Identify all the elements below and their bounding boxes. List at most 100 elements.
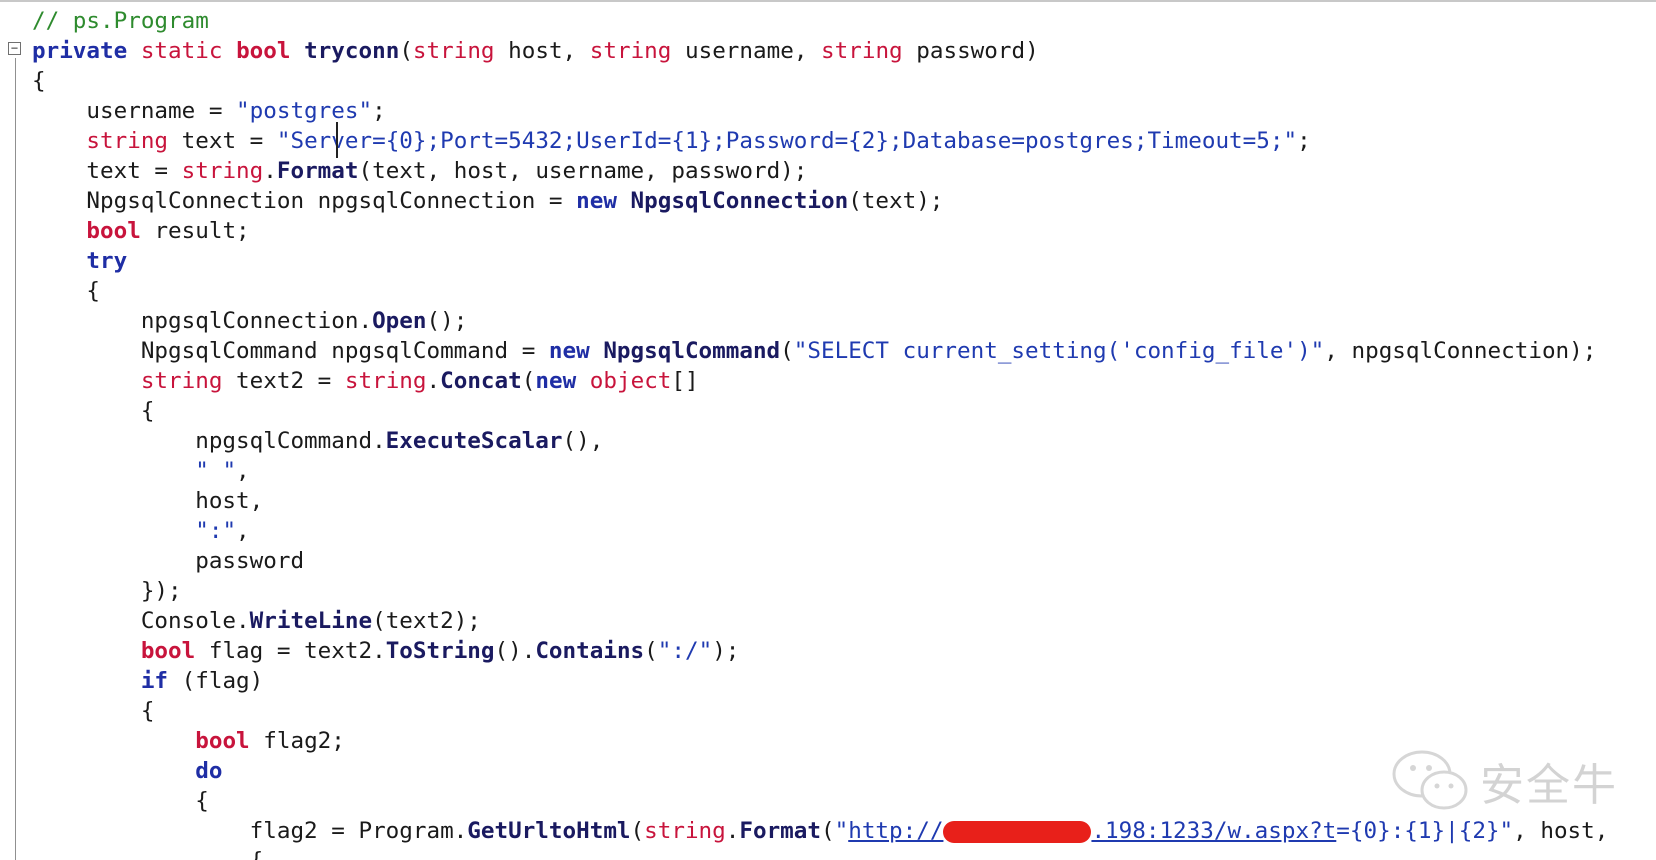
code-token: string xyxy=(140,368,223,394)
code-line[interactable]: NpgsqlConnection npgsqlConnection = new … xyxy=(32,186,1608,216)
code-token: new xyxy=(548,338,590,364)
code-line[interactable]: { xyxy=(32,786,1608,816)
code-line[interactable]: { xyxy=(32,396,1608,426)
code-line[interactable]: bool flag = text2.ToString().Contains(":… xyxy=(32,636,1608,666)
watermark-text: 安全牛 xyxy=(1480,760,1618,811)
code-line[interactable]: string text = "Server={0};Port=5432;User… xyxy=(32,126,1608,156)
code-line[interactable]: NpgsqlCommand npgsqlCommand = new Npgsql… xyxy=(32,336,1608,366)
code-line[interactable]: Console.WriteLine(text2); xyxy=(32,606,1608,636)
code-token: . xyxy=(725,818,740,844)
code-token: flag2; xyxy=(249,728,345,754)
code-line[interactable]: }); xyxy=(32,576,1608,606)
code-text-area[interactable]: // ps.Program private static bool tryconn… xyxy=(32,6,1608,860)
code-token: ExecuteScalar xyxy=(385,428,563,454)
code-token: if xyxy=(140,668,169,694)
code-line[interactable]: " ", xyxy=(32,456,1608,486)
code-editor[interactable]: − // ps.Program private static bool tryco… xyxy=(0,0,1656,860)
code-line[interactable]: ":", xyxy=(32,516,1608,546)
code-line[interactable]: npgsqlCommand.ExecuteScalar(), xyxy=(32,426,1608,456)
code-line[interactable]: flag2 = Program.GetUrltoHtml(string.Form… xyxy=(32,816,1609,846)
code-line[interactable]: // ps.Program xyxy=(32,6,1608,36)
code-token: do xyxy=(195,758,223,784)
code-token: object xyxy=(589,368,672,394)
code-line[interactable]: string text2 = string.Concat(new object[… xyxy=(32,366,1608,396)
code-token: string xyxy=(181,158,264,184)
code-token: string xyxy=(412,38,495,64)
code-token: (); xyxy=(426,308,468,334)
code-token: // ps.Program xyxy=(32,8,209,34)
code-line[interactable]: host, xyxy=(32,486,1608,516)
code-token: , npgsqlConnection); xyxy=(1324,338,1597,364)
watermark: 安全牛 xyxy=(1392,748,1618,814)
code-token: Console. xyxy=(32,608,250,634)
collapse-toggle-icon[interactable]: − xyxy=(8,42,21,55)
code-line[interactable]: text = string.Format(text, host, usernam… xyxy=(32,156,1608,186)
code-token: npgsqlConnection. xyxy=(32,308,373,334)
code-token: text = xyxy=(168,128,277,154)
code-token: flag2 = Program. xyxy=(32,818,468,844)
code-line[interactable]: username = "postgres"; xyxy=(32,96,1608,126)
code-line[interactable]: bool result; xyxy=(32,216,1608,246)
code-token: ":" xyxy=(195,518,237,544)
code-line[interactable]: bool flag2; xyxy=(32,726,1608,756)
code-token: { xyxy=(32,68,46,94)
code-token: " " xyxy=(195,458,237,484)
code-token: NpgsqlCommand xyxy=(603,338,781,364)
code-line[interactable]: npgsqlConnection.Open(); xyxy=(32,306,1608,336)
code-token: new xyxy=(535,368,577,394)
code-token: ={0}:{1}|{2}" xyxy=(1336,818,1514,844)
code-token: private xyxy=(32,38,128,64)
code-token: ( xyxy=(821,818,835,844)
code-token: (flag) xyxy=(168,668,264,694)
code-token: }); xyxy=(32,578,182,604)
code-token: bool xyxy=(86,218,141,244)
code-token: " xyxy=(834,818,849,844)
code-token: , xyxy=(236,518,250,544)
code-line[interactable]: if (flag) xyxy=(32,666,1608,696)
code-token: ( xyxy=(644,638,658,664)
code-token: http:// xyxy=(848,818,944,844)
code-token: text2 = xyxy=(222,368,345,394)
code-token: "postgres" xyxy=(236,98,373,124)
code-token: string xyxy=(344,368,427,394)
code-token: new xyxy=(576,188,617,214)
code-line[interactable]: { xyxy=(32,846,1608,860)
code-token: Format xyxy=(276,158,359,184)
code-token: result; xyxy=(140,218,250,244)
code-line[interactable]: do xyxy=(32,756,1608,786)
code-line[interactable]: { xyxy=(32,276,1608,306)
code-token: WriteLine xyxy=(249,608,373,634)
code-token: . xyxy=(263,158,277,184)
code-token: string xyxy=(86,128,169,154)
code-line[interactable]: private static bool tryconn(string host,… xyxy=(32,36,1608,66)
code-token: ( xyxy=(780,338,794,364)
code-token: "Server={0};Port=5432;UserId={1};Passwor… xyxy=(276,128,1298,154)
code-token: (). xyxy=(494,638,536,664)
code-token: ; xyxy=(372,98,386,124)
code-token: Open xyxy=(372,308,427,334)
code-line[interactable]: password xyxy=(32,546,1608,576)
code-token: , xyxy=(236,458,250,484)
code-line[interactable]: { xyxy=(32,66,1608,96)
code-token: bool xyxy=(236,38,291,64)
code-line[interactable]: { xyxy=(32,696,1608,726)
code-line[interactable]: try xyxy=(32,246,1608,276)
code-token: (text2); xyxy=(372,608,481,634)
code-token: { xyxy=(32,848,264,860)
code-token: { xyxy=(32,698,155,724)
code-token: . xyxy=(426,368,441,394)
code-token: tryconn xyxy=(304,38,400,64)
code-token: static xyxy=(140,38,223,64)
